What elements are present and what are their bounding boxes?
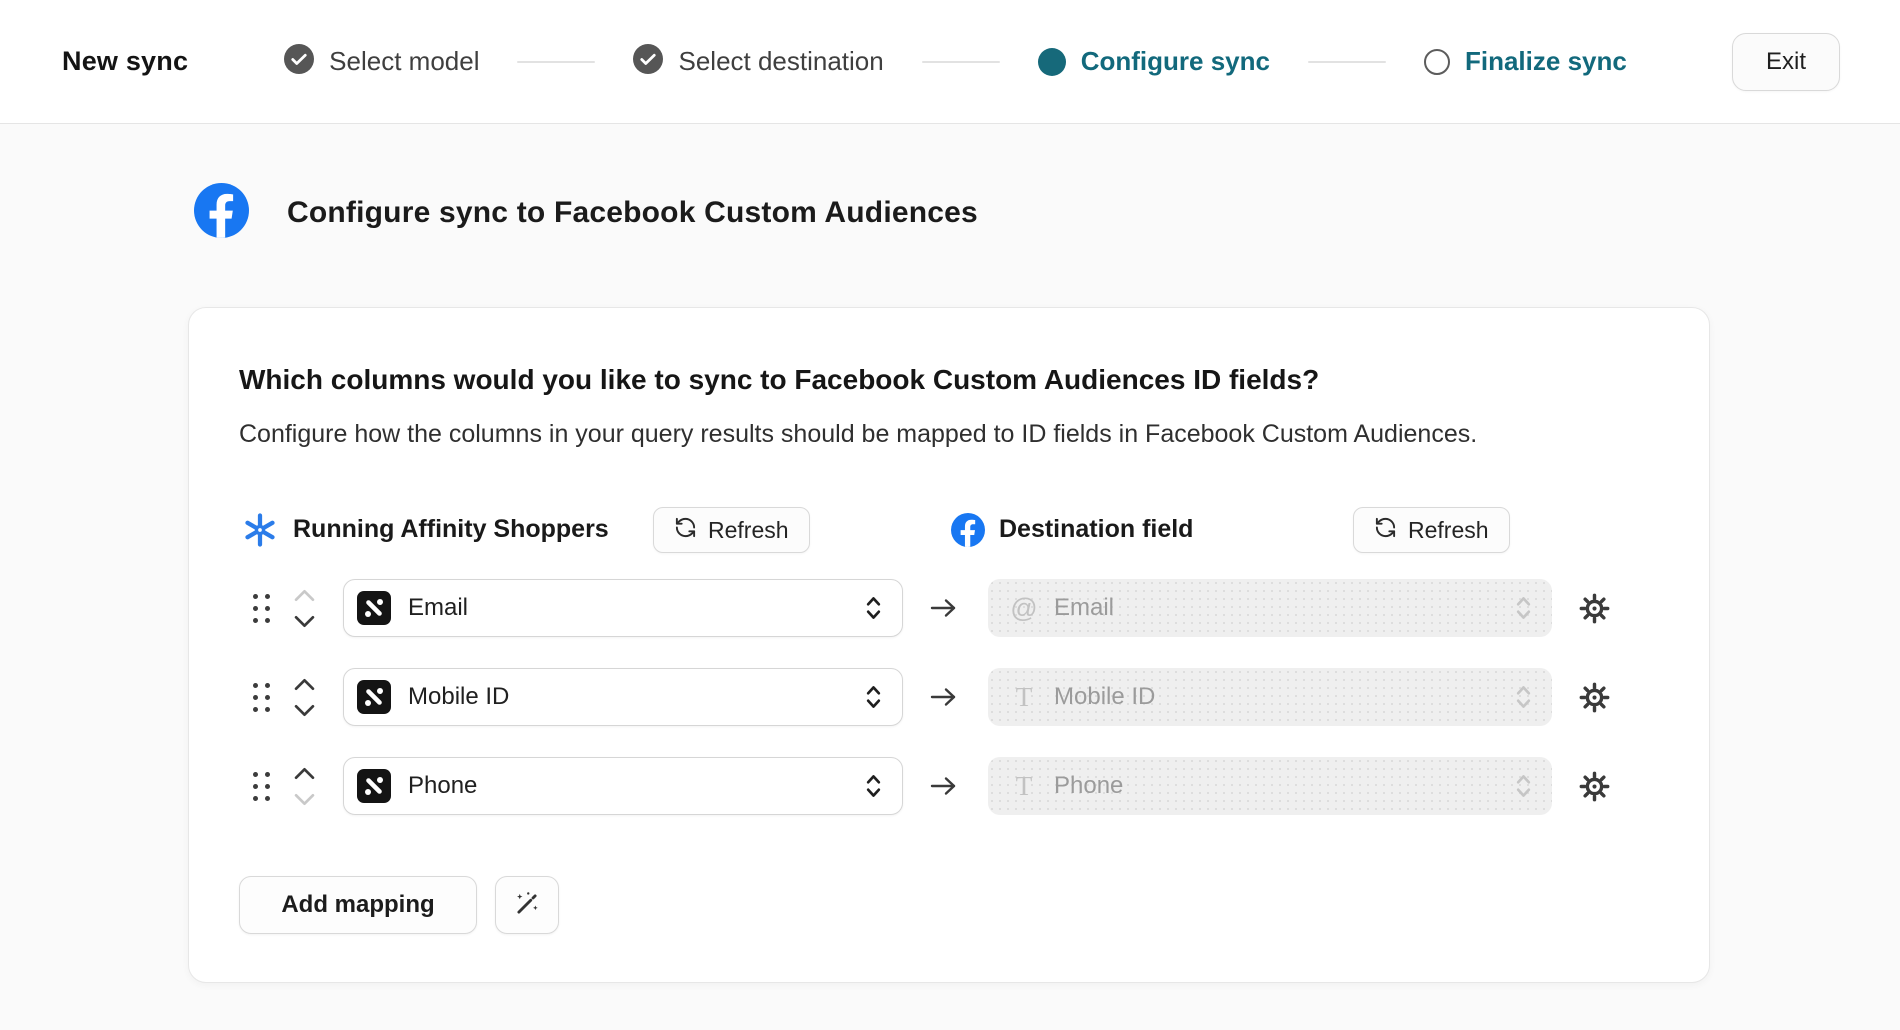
select-chevrons-icon [1515, 683, 1532, 711]
reorder-controls [293, 767, 315, 806]
configure-heading: Configure sync to Facebook Custom Audien… [194, 183, 978, 243]
destination-field-select-disabled: T Phone [988, 757, 1552, 815]
text-type-icon: T [1008, 771, 1040, 802]
model-column-icon [357, 591, 391, 625]
source-column-select[interactable]: Phone [343, 757, 903, 815]
refresh-label: Refresh [1408, 517, 1489, 544]
refresh-source-button[interactable]: Refresh [653, 507, 810, 553]
add-mapping-button[interactable]: Add mapping [239, 876, 477, 934]
column-headers: Running Affinity Shoppers Refresh Destin… [189, 506, 1709, 554]
move-down-button[interactable] [294, 615, 315, 628]
model-column-icon [357, 769, 391, 803]
move-down-button[interactable] [294, 793, 315, 806]
drag-handle-icon[interactable] [253, 594, 270, 623]
text-type-icon: T [1008, 682, 1040, 713]
step-label: Finalize sync [1465, 46, 1627, 77]
mapping-settings-button[interactable] [1578, 770, 1611, 803]
select-chevrons-icon [1515, 594, 1532, 622]
select-chevrons-icon [865, 772, 882, 800]
select-chevrons-icon [865, 683, 882, 711]
page-title: New sync [62, 46, 188, 77]
source-column-value: Mobile ID [408, 683, 865, 711]
source-column-value: Phone [408, 772, 865, 800]
card-actions: Add mapping [239, 876, 559, 934]
configure-title: Configure sync to Facebook Custom Audien… [287, 196, 978, 230]
step-connector [1308, 61, 1386, 63]
step-label: Select destination [678, 46, 883, 77]
check-circle-icon [633, 44, 663, 79]
reorder-controls [293, 678, 315, 717]
source-column-select[interactable]: Email [343, 579, 903, 637]
mapping-card: Which columns would you like to sync to … [188, 307, 1710, 983]
move-up-button[interactable] [294, 767, 315, 780]
step-label: Select model [329, 46, 479, 77]
mapping-row: Mobile ID T Mobile ID [253, 668, 1611, 726]
step-configure-sync[interactable]: Configure sync [1038, 46, 1270, 77]
card-description: Configure how the columns in your query … [239, 420, 1477, 449]
check-circle-icon [284, 44, 314, 79]
step-connector [922, 61, 1000, 63]
select-chevrons-icon [1515, 772, 1532, 800]
arrow-right-icon [930, 686, 957, 708]
step-connector [517, 61, 595, 63]
source-model-name: Running Affinity Shoppers [293, 515, 609, 544]
wizard-header: New sync Select model Select destination… [0, 0, 1900, 124]
step-label: Configure sync [1081, 46, 1270, 77]
facebook-icon [951, 513, 985, 552]
current-step-dot-icon [1038, 48, 1066, 76]
refresh-icon [1374, 516, 1397, 545]
magic-wand-icon [512, 889, 542, 922]
step-finalize-sync[interactable]: Finalize sync [1424, 46, 1627, 77]
stepper: Select model Select destination Configur… [284, 44, 1627, 79]
mapping-row: Phone T Phone [253, 757, 1611, 815]
snowflake-icon [243, 513, 277, 552]
source-column-value: Email [408, 594, 865, 622]
destination-field-select-disabled: T Mobile ID [988, 668, 1552, 726]
destination-field-label: Destination field [999, 515, 1193, 544]
auto-map-button[interactable] [495, 876, 559, 934]
move-up-button[interactable] [294, 678, 315, 691]
mapping-settings-button[interactable] [1578, 592, 1611, 625]
refresh-destination-button[interactable]: Refresh [1353, 507, 1510, 553]
mapping-settings-button[interactable] [1578, 681, 1611, 714]
step-select-destination[interactable]: Select destination [633, 44, 883, 79]
select-chevrons-icon [865, 594, 882, 622]
reorder-controls [293, 589, 315, 628]
drag-handle-icon[interactable] [253, 772, 270, 801]
move-up-button[interactable] [294, 589, 315, 602]
model-column-icon [357, 680, 391, 714]
refresh-icon [674, 516, 697, 545]
facebook-icon [194, 183, 249, 243]
drag-handle-icon[interactable] [253, 683, 270, 712]
exit-button[interactable]: Exit [1732, 33, 1840, 91]
upcoming-step-circle-icon [1424, 49, 1450, 75]
destination-field-value: Email [1054, 594, 1515, 622]
email-type-icon: @ [1008, 593, 1040, 624]
card-question: Which columns would you like to sync to … [239, 364, 1319, 396]
destination-field-value: Phone [1054, 772, 1515, 800]
destination-field-value: Mobile ID [1054, 683, 1515, 711]
step-select-model[interactable]: Select model [284, 44, 479, 79]
source-column-select[interactable]: Mobile ID [343, 668, 903, 726]
arrow-right-icon [930, 597, 957, 619]
arrow-right-icon [930, 775, 957, 797]
destination-field-select-disabled: @ Email [988, 579, 1552, 637]
refresh-label: Refresh [708, 517, 789, 544]
mapping-row: Email @ Email [253, 579, 1611, 637]
move-down-button[interactable] [294, 704, 315, 717]
